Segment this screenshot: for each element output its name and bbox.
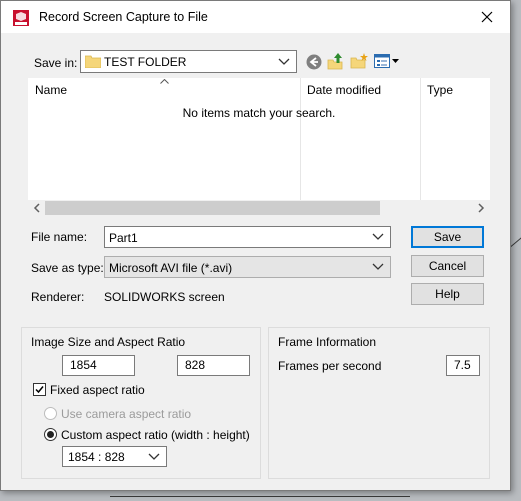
renderer-label: Renderer: — [31, 290, 85, 304]
file-name-label: File name: — [31, 230, 88, 244]
height-input[interactable]: 828 — [177, 355, 250, 376]
renderer-value: SOLIDWORKS screen — [104, 290, 225, 304]
chevron-down-icon[interactable] — [372, 233, 384, 241]
dropdown-arrow-icon — [392, 59, 399, 63]
back-icon[interactable] — [306, 54, 322, 70]
save-as-type-dropdown[interactable]: Microsoft AVI file (*.avi) — [104, 256, 391, 278]
file-list[interactable]: Name Date modified Type No items match y… — [28, 78, 490, 216]
scrollbar-thumb[interactable] — [45, 201, 380, 215]
view-menu-button[interactable] — [374, 53, 400, 69]
frame-info-group — [268, 327, 490, 479]
chevron-down-icon — [372, 263, 384, 270]
new-folder-icon[interactable] — [350, 52, 368, 70]
file-name-field[interactable]: Part1 — [104, 226, 391, 248]
save-as-type-value: Microsoft AVI file (*.avi) — [109, 261, 233, 275]
camera-aspect-label[interactable]: Use camera aspect ratio — [61, 407, 191, 421]
column-separator — [300, 78, 301, 200]
save-in-value: TEST FOLDER — [104, 55, 187, 69]
save-in-dropdown[interactable]: TEST FOLDER — [80, 50, 297, 73]
window-title: Record Screen Capture to File — [39, 10, 208, 24]
radio-selected-dot — [47, 431, 54, 438]
sort-ascending-icon — [160, 79, 169, 84]
up-folder-icon[interactable] — [327, 52, 345, 70]
checkmark-icon — [35, 386, 44, 394]
column-separator — [420, 78, 421, 200]
background-line — [110, 496, 410, 497]
chevron-down-icon — [148, 453, 160, 460]
custom-aspect-value: 1854 : 828 — [68, 450, 125, 464]
solidworks-app-icon — [13, 10, 29, 26]
title-bar: Record Screen Capture to File — [1, 1, 510, 33]
custom-aspect-label[interactable]: Custom aspect ratio (width : height) — [61, 428, 250, 442]
chevron-down-icon — [278, 58, 290, 65]
fps-label: Frames per second — [278, 359, 382, 373]
view-menu-icon — [374, 54, 390, 68]
image-size-title: Image Size and Aspect Ratio — [31, 335, 186, 349]
frame-info-title: Frame Information — [278, 335, 377, 349]
width-input[interactable]: 1854 — [62, 355, 135, 376]
custom-aspect-dropdown[interactable]: 1854 : 828 — [62, 446, 167, 467]
camera-aspect-radio[interactable] — [44, 407, 57, 420]
scroll-left-icon[interactable] — [33, 203, 41, 213]
save-button[interactable]: Save — [411, 226, 484, 248]
cancel-button[interactable]: Cancel — [411, 255, 484, 277]
column-header-name[interactable]: Name — [35, 83, 67, 97]
scroll-right-icon[interactable] — [477, 203, 485, 213]
column-header-type[interactable]: Type — [427, 83, 453, 97]
save-as-type-label: Save as type: — [31, 261, 104, 275]
save-in-label: Save in: — [34, 56, 78, 70]
file-name-value: Part1 — [109, 231, 138, 245]
close-button[interactable] — [464, 1, 510, 33]
empty-message: No items match your search. — [182, 106, 336, 120]
folder-icon — [85, 55, 101, 68]
fps-input[interactable]: 7.5 — [446, 355, 480, 376]
record-screen-dialog: Record Screen Capture to File Save in: T… — [0, 0, 511, 491]
horizontal-scrollbar[interactable] — [28, 200, 490, 216]
help-button[interactable]: Help — [411, 283, 484, 305]
custom-aspect-radio[interactable] — [44, 428, 57, 441]
fixed-aspect-label[interactable]: Fixed aspect ratio — [50, 383, 145, 397]
fixed-aspect-checkbox[interactable] — [33, 383, 46, 396]
column-header-date-modified[interactable]: Date modified — [307, 83, 381, 97]
close-icon — [481, 11, 493, 23]
